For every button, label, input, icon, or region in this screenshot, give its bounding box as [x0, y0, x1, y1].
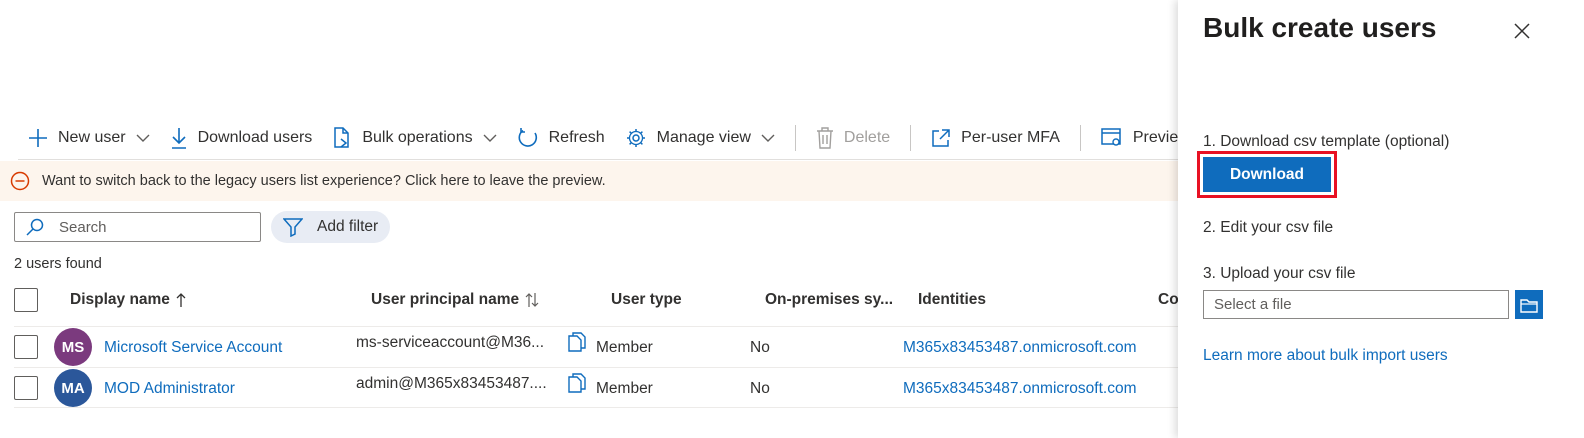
manage-view-label: Manage view — [656, 129, 751, 146]
column-header-upn[interactable]: User principal name — [371, 291, 539, 309]
copy-icon[interactable] — [568, 332, 586, 352]
row-divider — [14, 367, 1178, 368]
warning-circle-icon — [10, 171, 30, 191]
new-user-button[interactable]: New user — [18, 118, 160, 158]
preview-features-button[interactable]: Previe — [1091, 118, 1188, 158]
user-type: Member — [596, 339, 653, 356]
row-divider — [14, 326, 1178, 327]
gear-icon — [626, 129, 645, 147]
sort-up-icon — [176, 293, 186, 307]
bulk-document-icon — [334, 127, 350, 148]
toolbar-divider — [1079, 125, 1081, 151]
column-header-user-type[interactable]: User type — [611, 291, 682, 309]
refresh-label: Refresh — [548, 129, 605, 146]
learn-more-link[interactable]: Learn more about bulk import users — [1203, 347, 1448, 365]
per-user-mfa-button[interactable]: Per-user MFA — [921, 118, 1070, 158]
add-filter-label: Add filter — [317, 218, 379, 235]
chevron-down-icon — [761, 134, 775, 142]
user-display-name-link[interactable]: MOD Administrator — [104, 380, 235, 398]
bulk-operations-label: Bulk operations — [362, 129, 473, 146]
user-type: Member — [596, 380, 653, 397]
search-icon — [26, 218, 44, 236]
refresh-icon — [518, 128, 537, 147]
chevron-down-icon — [483, 134, 497, 142]
close-icon[interactable] — [1513, 22, 1531, 40]
browse-file-button[interactable] — [1515, 290, 1543, 319]
avatar: MA — [54, 369, 92, 407]
avatar: MS — [54, 328, 92, 366]
manage-view-button[interactable]: Manage view — [615, 118, 785, 158]
banner-text: Want to switch back to the legacy users … — [42, 173, 606, 189]
sort-icon — [525, 293, 539, 307]
user-principal-name: ms-serviceaccount@M36... — [356, 334, 545, 351]
column-header-company[interactable]: Co — [1158, 291, 1179, 309]
refresh-button[interactable]: Refresh — [507, 118, 615, 158]
on-prem-sync: No — [750, 380, 770, 397]
upn-header-label: User principal name — [371, 291, 520, 308]
step-2-label: 2. Edit your csv file — [1203, 219, 1334, 236]
external-link-icon — [932, 129, 950, 147]
preview-features-label: Previe — [1132, 129, 1179, 146]
toolbar-divider — [794, 125, 796, 151]
row-divider — [14, 407, 1178, 408]
panel-title: Bulk create users — [1203, 12, 1437, 43]
download-icon — [171, 128, 186, 149]
trash-icon — [816, 127, 833, 149]
bulk-operations-button[interactable]: Bulk operations — [322, 118, 506, 158]
folder-icon — [1520, 298, 1538, 313]
per-user-mfa-label: Per-user MFA — [961, 129, 1060, 146]
column-header-identities[interactable]: Identities — [918, 291, 986, 309]
download-users-button[interactable]: Download users — [160, 118, 323, 158]
identities-link[interactable]: M365x83453487.onmicrosoft.com — [903, 380, 1137, 398]
plus-icon — [29, 129, 47, 147]
delete-button[interactable]: Delete — [806, 118, 900, 158]
delete-label: Delete — [843, 129, 891, 146]
select-all-checkbox[interactable] — [14, 288, 38, 312]
user-display-name-link[interactable]: Microsoft Service Account — [104, 339, 282, 357]
display-name-header-label: Display name — [70, 291, 170, 308]
file-select-input[interactable] — [1203, 290, 1509, 319]
result-count: 2 users found — [14, 256, 102, 272]
bulk-create-users-panel: Bulk create users 1. Download csv templa… — [1178, 0, 1584, 438]
preview-settings-icon — [1101, 128, 1121, 146]
download-button-highlight: Download — [1197, 151, 1337, 198]
row-checkbox[interactable] — [14, 376, 38, 400]
download-template-button[interactable]: Download — [1203, 157, 1331, 192]
toolbar-divider — [910, 125, 912, 151]
column-header-display-name[interactable]: Display name — [70, 291, 186, 309]
step-3-label: 3. Upload your csv file — [1203, 265, 1356, 282]
identities-link[interactable]: M365x83453487.onmicrosoft.com — [903, 339, 1137, 357]
on-prem-sync: No — [750, 339, 770, 356]
chevron-down-icon — [136, 134, 150, 142]
command-bar: New user Download users Bulk operations … — [18, 118, 1188, 158]
step-1-label: 1. Download csv template (optional) — [1203, 133, 1450, 150]
preview-banner[interactable]: Want to switch back to the legacy users … — [0, 161, 1178, 201]
search-box[interactable] — [14, 212, 261, 242]
search-input[interactable] — [59, 218, 239, 236]
new-user-label: New user — [58, 129, 126, 146]
toolbar-divider-line — [18, 159, 1178, 160]
user-principal-name: admin@M365x83453487.... — [356, 375, 547, 392]
column-header-on-prem[interactable]: On-premises sy... — [765, 291, 893, 309]
add-filter-button[interactable]: Add filter — [271, 211, 391, 243]
copy-icon[interactable] — [568, 373, 586, 393]
row-checkbox[interactable] — [14, 335, 38, 359]
download-users-label: Download users — [197, 129, 313, 146]
filter-icon — [283, 218, 303, 237]
